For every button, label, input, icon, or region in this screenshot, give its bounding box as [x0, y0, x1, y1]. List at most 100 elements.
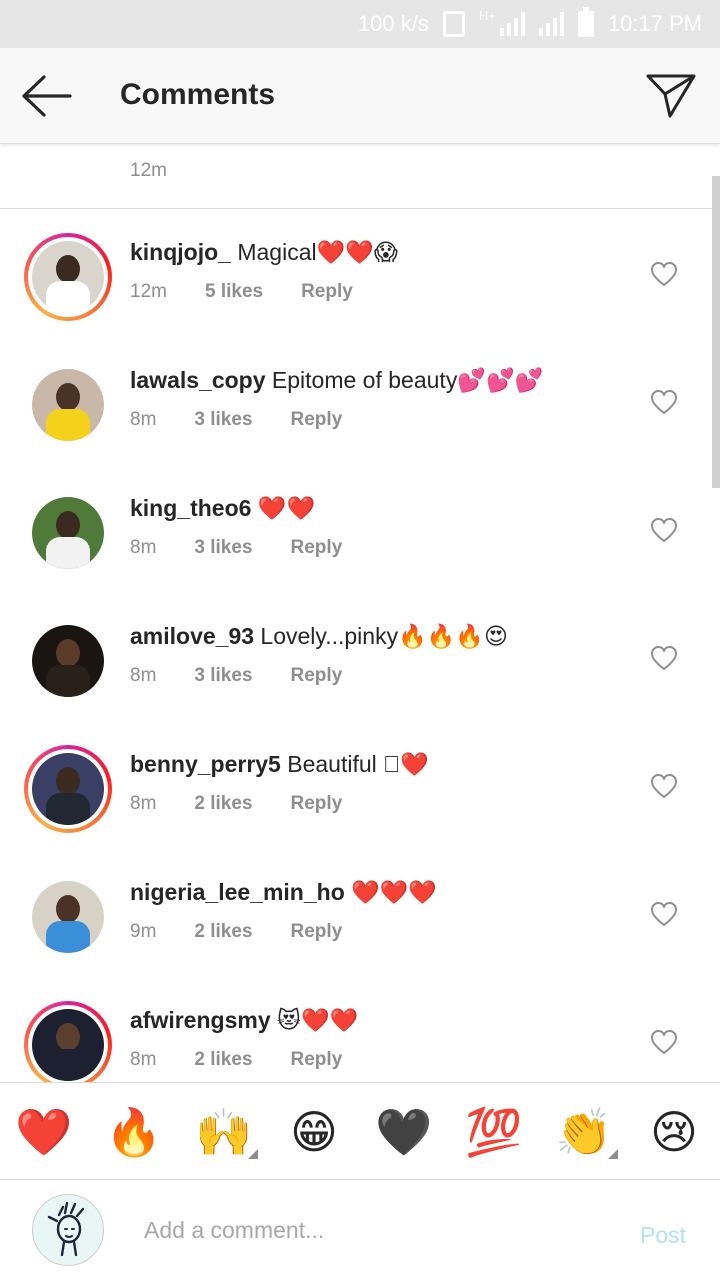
battery-icon: [577, 7, 594, 37]
reply-button[interactable]: Reply: [291, 921, 343, 942]
avatar-frame[interactable]: [24, 617, 112, 705]
comment-meta: 8m 2 likes Reply: [130, 1047, 342, 1073]
comment-row: amilove_93 Lovely...pinky🔥🔥🔥😍 8m 3 likes Re…: [0, 593, 720, 721]
page-title: Comments: [120, 78, 276, 111]
comment-row: lawals_copy Epitome of beauty💕💕💕 8m 3 like…: [0, 337, 720, 465]
comment-body: nigeria_lee_min_ho ❤️❤️❤️: [130, 875, 437, 909]
raising-hands-icon: 🙌: [195, 1106, 253, 1158]
signal-icon-2: [538, 12, 564, 36]
fire-icon: 🔥: [105, 1106, 163, 1158]
avatar-story-ring[interactable]: [24, 745, 112, 833]
reply-button[interactable]: Reply: [291, 665, 343, 686]
network-speed: 100 k/s: [357, 11, 429, 36]
reply-button[interactable]: Reply: [291, 537, 343, 558]
avatar-story-ring[interactable]: [24, 1001, 112, 1082]
caption-text-tail: [130, 144, 320, 146]
status-bar: 100 k/s H+ 10:17 PM: [0, 0, 720, 48]
comment-time: 9m: [130, 921, 157, 942]
arrow-left-icon: [22, 75, 72, 117]
avatar: [32, 1009, 104, 1081]
signal-icon: [499, 12, 525, 36]
comment-input[interactable]: [144, 1210, 614, 1250]
reply-button[interactable]: Reply: [291, 1049, 343, 1070]
like-comment-button[interactable]: [650, 773, 678, 799]
like-comment-button[interactable]: [650, 517, 678, 543]
comment-username[interactable]: benny_perry5: [130, 751, 281, 777]
comment-text: Magical❤️❤️😱: [237, 239, 398, 265]
back-button[interactable]: [20, 74, 74, 118]
comment-username[interactable]: afwirengsmy: [130, 1007, 271, 1033]
avatar-frame[interactable]: [24, 489, 112, 577]
comment-meta: 12m 5 likes Reply: [130, 279, 353, 305]
emoji-grinning-face-button[interactable]: 😁: [284, 1103, 344, 1161]
comment-likes[interactable]: 2 likes: [194, 1049, 252, 1070]
comment-body: king_theo6 ❤️❤️: [130, 491, 315, 525]
heart-outline-icon: [650, 901, 678, 927]
avatar-story-ring[interactable]: [24, 233, 112, 321]
comment-time: 8m: [130, 665, 157, 686]
avatar: [32, 241, 104, 313]
avatar: [32, 369, 104, 441]
comment-text: ❤️❤️: [257, 495, 316, 521]
comment-likes[interactable]: 2 likes: [194, 793, 252, 814]
like-comment-button[interactable]: [650, 1029, 678, 1055]
heart-outline-icon: [650, 645, 678, 671]
reply-button[interactable]: Reply: [291, 409, 343, 430]
comment-body: amilove_93 Lovely...pinky🔥🔥🔥😍: [130, 619, 508, 653]
header: Comments: [0, 48, 720, 144]
comment-username[interactable]: lawals_copy: [130, 367, 266, 393]
like-comment-button[interactable]: [650, 901, 678, 927]
comment-meta: 8m 3 likes Reply: [130, 535, 342, 561]
variant-indicator-icon: [248, 1149, 258, 1159]
emoji-clapping-hands-button[interactable]: 👏: [554, 1103, 618, 1161]
avatar-sketch-icon: [47, 1201, 85, 1257]
comment-likes[interactable]: 3 likes: [194, 409, 252, 430]
emoji-black-heart-button[interactable]: 🖤: [374, 1103, 434, 1161]
my-avatar: [32, 1194, 104, 1266]
like-comment-button[interactable]: [650, 389, 678, 415]
paper-plane-icon: [646, 74, 696, 118]
heart-outline-icon: [650, 517, 678, 543]
avatar-frame[interactable]: [24, 361, 112, 449]
comment-likes[interactable]: 3 likes: [194, 665, 252, 686]
comment-username[interactable]: kinqjojo_: [130, 239, 231, 265]
emoji-raising-hands-button[interactable]: 🙌: [194, 1103, 258, 1161]
like-comment-button[interactable]: [650, 645, 678, 671]
comment-username[interactable]: amilove_93: [130, 623, 254, 649]
comment-body: benny_perry5 Beautiful 🏿❤️: [130, 747, 429, 781]
emoji-red-heart-button[interactable]: ❤️: [14, 1103, 74, 1161]
comment-meta: 8m 3 likes Reply: [130, 407, 342, 433]
emoji-bar: ❤️ 🔥 🙌 😁 🖤 💯 👏 😢: [0, 1082, 720, 1180]
heart-outline-icon: [650, 389, 678, 415]
avatar-frame[interactable]: [24, 873, 112, 961]
avatar: [32, 753, 104, 825]
comment-username[interactable]: king_theo6: [130, 495, 251, 521]
comment-likes[interactable]: 5 likes: [205, 281, 263, 302]
variant-indicator-icon: [608, 1149, 618, 1159]
emoji-fire-button[interactable]: 🔥: [104, 1103, 164, 1161]
comments-list[interactable]: 12m kinqjojo_ Magical❤️❤️😱 12m 5 likes Repl…: [0, 144, 720, 1082]
comment-body: kinqjojo_ Magical❤️❤️😱: [130, 235, 398, 269]
post-button[interactable]: Post: [640, 1222, 686, 1249]
comment-likes[interactable]: 2 likes: [194, 921, 252, 942]
comment-composer: Post: [0, 1180, 720, 1280]
vibrate-icon: [442, 11, 465, 37]
reply-button[interactable]: Reply: [291, 793, 343, 814]
comment-username[interactable]: nigeria_lee_min_ho: [130, 879, 345, 905]
scrollbar[interactable]: [712, 176, 720, 488]
comment-row: kinqjojo_ Magical❤️❤️😱 12m 5 likes Reply: [0, 209, 720, 337]
comment-likes[interactable]: 3 likes: [194, 537, 252, 558]
comment-row: benny_perry5 Beautiful 🏿❤️ 8m 2 likes Reply: [0, 721, 720, 849]
heart-outline-icon: [650, 773, 678, 799]
share-button[interactable]: [644, 70, 698, 122]
comment-meta: 8m 2 likes Reply: [130, 791, 342, 817]
reply-button[interactable]: Reply: [301, 281, 353, 302]
clock: 10:17 PM: [607, 11, 702, 36]
comment-text: ❤️❤️❤️: [351, 879, 438, 905]
avatar: [32, 497, 104, 569]
crying-face-icon: 😢: [650, 1106, 698, 1158]
comment-text: 😻❤️❤️: [277, 1007, 359, 1033]
emoji-crying-face-button[interactable]: 😢: [644, 1103, 704, 1161]
like-comment-button[interactable]: [650, 261, 678, 287]
emoji-hundred-points-button[interactable]: 💯: [464, 1103, 524, 1161]
